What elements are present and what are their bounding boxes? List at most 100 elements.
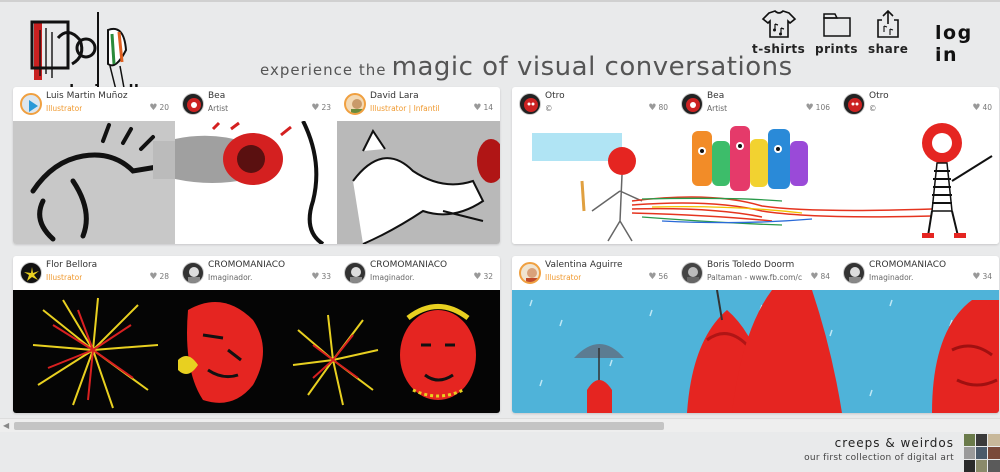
gallery-card[interactable]: Valentina Aguirre Illustrator ♥ 56 Boris … (512, 256, 999, 413)
gallery-card[interactable]: Otro © ♥ 80 Bea Artist ♥ 106 Otro © ♥ 40 (512, 87, 999, 244)
avatar (20, 93, 42, 115)
scroll-left-icon[interactable]: ◀ (3, 421, 9, 430)
heart-icon: ♥ (972, 272, 981, 282)
artist-role: Artist (707, 104, 728, 113)
like-count[interactable]: ♥ 28 (149, 272, 169, 282)
nav-prints-label: prints (815, 42, 859, 56)
heart-icon: ♥ (648, 103, 657, 113)
heart-icon: ♥ (805, 103, 814, 113)
artist-name: CROMOMANIACO (370, 260, 448, 270)
card-header: Flor Bellora Illustrator ♥ 28 CROMOMANIAC… (13, 256, 500, 290)
artist-item[interactable]: Bea Artist ♥ 23 (175, 87, 337, 121)
like-count[interactable]: ♥ 23 (311, 103, 331, 113)
artist-name: Valentina Aguirre (545, 260, 623, 270)
card-header: Otro © ♥ 80 Bea Artist ♥ 106 Otro © ♥ 40 (512, 87, 999, 121)
avatar (519, 93, 541, 115)
artist-name: CROMOMANIACO (869, 260, 947, 270)
likes-value: 28 (159, 272, 169, 281)
collection-thumbnail[interactable] (964, 434, 1000, 472)
artist-item[interactable]: Otro © ♥ 80 (512, 87, 674, 121)
avatar (681, 93, 703, 115)
top-border (0, 0, 1000, 2)
artist-role: Paltaman - www.fb.com/cr... (707, 273, 802, 282)
likes-value: 32 (483, 272, 493, 281)
artist-item[interactable]: Valentina Aguirre Illustrator ♥ 56 (512, 256, 674, 290)
like-count[interactable]: ♥ 56 (648, 272, 668, 282)
artwork-image[interactable] (512, 121, 999, 244)
nav-prints[interactable]: prints (815, 10, 858, 56)
artist-item[interactable]: Luis Martin Muñoz Illustrator ♥ 20 (13, 87, 175, 121)
like-count[interactable]: ♥ 106 (806, 103, 830, 113)
artist-role: Illustrator (46, 273, 83, 282)
avatar (843, 93, 865, 115)
artist-item[interactable]: CROMOMANIACO Imaginador. ♥ 33 (175, 256, 337, 290)
tagline-small: experience the (260, 61, 387, 79)
like-count[interactable]: ♥ 33 (311, 272, 331, 282)
artist-role: Artist (208, 104, 229, 113)
likes-value: 20 (159, 103, 169, 112)
gallery-card[interactable]: Luis Martin Muñoz Illustrator ♥ 20 Bea Ar… (13, 87, 500, 244)
tagline-big: magic of visual conversations (391, 52, 793, 82)
like-count[interactable]: ♥ 80 (648, 103, 668, 113)
artist-item[interactable]: CROMOMANIACO Imaginador. ♥ 34 (836, 256, 998, 290)
card-header: Valentina Aguirre Illustrator ♥ 56 Boris … (512, 256, 999, 290)
login-link[interactable]: log in (935, 22, 1000, 66)
horizontal-scrollbar[interactable]: ◀ (0, 418, 1000, 432)
scrollbar-thumb[interactable] (14, 422, 664, 430)
heart-icon: ♥ (810, 272, 819, 282)
artist-item[interactable]: David Lara Illustrator | Infantil ♥ 14 (337, 87, 499, 121)
artist-item[interactable]: CROMOMANIACO Imaginador. ♥ 32 (337, 256, 499, 290)
like-count[interactable]: ♥ 14 (473, 103, 493, 113)
artist-role: Imaginador. (869, 273, 914, 282)
artwork-image[interactable] (13, 121, 500, 244)
nav-tshirts[interactable]: t-shirts (752, 10, 805, 56)
like-count[interactable]: ♥ 84 (810, 272, 830, 282)
artist-role: Imaginador. (208, 273, 253, 282)
tshirt-icon (761, 10, 796, 38)
heart-icon: ♥ (473, 272, 482, 282)
collection-subtitle: our first collection of digital art (804, 453, 954, 463)
artist-name: Bea (208, 91, 226, 101)
card-header: Luis Martin Muñoz Illustrator ♥ 20 Bea Ar… (13, 87, 500, 121)
likes-value: 23 (321, 103, 331, 112)
artist-role: Illustrator | Infantil (370, 104, 440, 113)
artist-name: Bea (707, 91, 725, 101)
artist-name: Flor Bellora (46, 260, 98, 270)
likes-value: 34 (982, 272, 992, 281)
avatar (681, 262, 703, 284)
artwork-image[interactable] (13, 290, 500, 413)
avatar (843, 262, 865, 284)
gallery-card[interactable]: Flor Bellora Illustrator ♥ 28 CROMOMANIAC… (13, 256, 500, 413)
artist-role: Imaginador. (370, 273, 415, 282)
likes-value: 56 (658, 272, 668, 281)
heart-icon: ♥ (311, 272, 320, 282)
likes-value: 84 (820, 272, 830, 281)
avatar (344, 262, 366, 284)
artwork-image[interactable] (512, 290, 999, 413)
heart-icon: ♥ (149, 272, 158, 282)
heart-icon: ♥ (972, 103, 981, 113)
artist-item[interactable]: Boris Toledo Doorm Paltaman - www.fb.com… (674, 256, 836, 290)
artist-item[interactable]: Bea Artist ♥ 106 (674, 87, 836, 121)
avatar (182, 262, 204, 284)
avatar (20, 262, 42, 284)
artist-role: © (545, 104, 553, 113)
collection-title[interactable]: creeps & weirdos (835, 436, 954, 450)
artist-name: Luis Martin Muñoz (46, 91, 128, 101)
like-count[interactable]: ♥ 40 (972, 103, 992, 113)
artist-role: © (869, 104, 877, 113)
like-count[interactable]: ♥ 20 (149, 103, 169, 113)
like-count[interactable]: ♥ 32 (473, 272, 493, 282)
heart-icon: ♥ (473, 103, 482, 113)
nav-share[interactable]: share (868, 10, 908, 56)
share-icon (877, 10, 899, 38)
avatar (519, 262, 541, 284)
artist-item[interactable]: Flor Bellora Illustrator ♥ 28 (13, 256, 175, 290)
heart-icon: ♥ (648, 272, 657, 282)
artist-name: CROMOMANIACO (208, 260, 286, 270)
nav-tshirts-label: t-shirts (752, 42, 806, 56)
nav-share-label: share (868, 42, 909, 56)
like-count[interactable]: ♥ 34 (972, 272, 992, 282)
artist-item[interactable]: Otro © ♥ 40 (836, 87, 998, 121)
avatar (182, 93, 204, 115)
